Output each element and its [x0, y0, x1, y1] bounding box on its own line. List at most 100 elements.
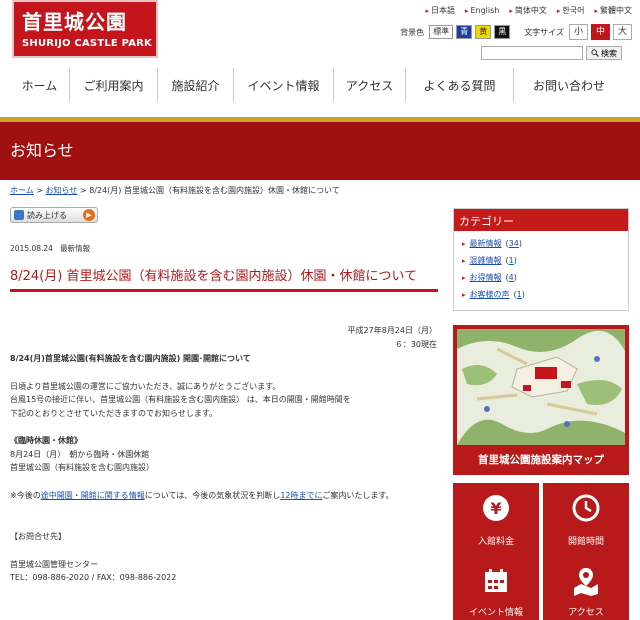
tile-label: 入館料金 — [477, 537, 514, 547]
lang-ko[interactable]: ▸ 한국어 — [557, 5, 585, 16]
post-note: ※今後の途中開園・開館に関する情報については、今後の気象状況を判断し12時までに… — [10, 489, 438, 503]
category-count[interactable]: 4 — [509, 273, 514, 282]
bg-black-button[interactable]: 黒 — [494, 25, 511, 39]
logo-english: SHURIJO CASTLE PARK — [22, 38, 153, 49]
category-link[interactable]: 最新情報 — [470, 238, 502, 249]
main-nav: ホーム ご利用案内 施設紹介 イベント情報 アクセス よくある質問 お問い合わせ — [10, 68, 630, 102]
breadcrumb-current: 8/24(月) 首里城公園（有料施設を含む園内施設）休園・休館について — [89, 186, 340, 195]
arrow-icon: ▸ — [462, 273, 466, 282]
font-size-small-button[interactable]: 小 — [568, 24, 588, 40]
arrow-icon: ▸ — [425, 6, 429, 15]
breadcrumb-home[interactable]: ホーム — [10, 186, 34, 195]
nav-home[interactable]: ホーム — [10, 68, 70, 102]
category-item: ▸ お客様の声 (1) — [462, 289, 525, 300]
access-tile[interactable]: アクセス — [543, 556, 629, 620]
map-pin-icon — [574, 568, 598, 596]
admission-fee-tile[interactable]: ¥ 入館料金 — [453, 483, 539, 557]
category-count[interactable]: 34 — [509, 239, 519, 248]
display-options: 背景色 標準 青 黄 黒 文字サイズ 小 中 大 — [400, 24, 632, 40]
calendar-icon — [485, 569, 507, 592]
arrow-icon: ▸ — [464, 6, 469, 15]
page-title: お知らせ — [10, 141, 74, 160]
read-aloud-button[interactable]: 読み上げる ▶ — [10, 207, 98, 223]
category-count[interactable]: 1 — [509, 256, 514, 265]
page-banner: お知らせ — [0, 117, 640, 180]
park-map-image — [457, 329, 625, 445]
arrow-icon: ▸ — [594, 6, 598, 15]
map-caption: 首里城公園施設案内マップ — [478, 454, 604, 466]
arrow-icon: ▸ — [462, 256, 466, 265]
search-button[interactable]: 検索 — [586, 46, 622, 60]
post-paragraph: 台風15号の接近に伴い、首里城公園（有料施設を含む園内施設） は、本日の開園・開… — [10, 395, 351, 404]
search-input[interactable] — [481, 46, 583, 60]
post-title: 8/24(月) 首里城公園（有料施設を含む園内施設）休園・休館について — [10, 266, 438, 292]
lang-ja[interactable]: ▸ 日本語 — [425, 5, 455, 16]
category-link[interactable]: 混雑情報 — [470, 255, 502, 266]
font-size-large-button[interactable]: 大 — [612, 24, 632, 40]
tile-label: アクセス — [568, 608, 604, 618]
yen-coin-icon: ¥ — [483, 495, 509, 521]
breadcrumb-separator: > — [33, 186, 46, 195]
contact-tel: TEL：098-886-2020 / FAX：098-886-2022 — [10, 573, 177, 582]
closure-heading: 《臨時休園・休館》 — [10, 436, 82, 445]
banner-stripe — [0, 117, 640, 122]
category-box: カテゴリー ▸ 最新情報 (34) ▸ 混雑情報 (1) ▸ お得情報 (4) ▸ お客様の声… — [453, 208, 629, 311]
font-size-label: 文字サイズ — [524, 27, 564, 37]
dateline-date: 平成27年8月24日（月） — [347, 326, 437, 335]
category-count[interactable]: 1 — [517, 290, 522, 299]
post-dateline: 平成27年8月24日（月） ６：30現在 — [348, 324, 437, 352]
nav-faq[interactable]: よくある質問 — [406, 68, 514, 102]
note-text: ご案内いたします。 — [322, 490, 394, 500]
facility-map-card[interactable]: 首里城公園施設案内マップ — [453, 325, 629, 475]
closure-target: 首里城公園（有料施設を含む園内施設） — [10, 463, 154, 472]
noon-link[interactable]: 12時までに — [280, 491, 322, 500]
note-text: については、今後の気象状況を判断し — [144, 490, 281, 500]
language-switcher: ▸ 日本語 ▸ English ▸ 简体中文 ▸ 한국어 ▸ 繁體中文 — [425, 5, 632, 16]
arrow-icon: ▸ — [509, 6, 513, 15]
post-body: 8/24(月)首里城公園(有料施設を含む園内施設) 開園･開館について 日頃より… — [10, 352, 438, 585]
category-link[interactable]: お客様の声 — [470, 289, 510, 300]
nav-guide[interactable]: ご利用案内 — [70, 68, 158, 102]
lang-zh-hans[interactable]: ▸ 简体中文 — [509, 5, 547, 16]
logo-japanese: 首里城公園 — [22, 10, 127, 34]
speaker-icon — [14, 210, 24, 220]
bg-blue-button[interactable]: 青 — [456, 25, 473, 39]
bg-standard-button[interactable]: 標準 — [429, 25, 454, 39]
nav-facilities[interactable]: 施設紹介 — [158, 68, 234, 102]
bg-color-label: 背景色 — [400, 27, 425, 37]
post-heading: 8/24(月)首里城公園(有料施設を含む園内施設) 開園･開館について — [10, 354, 251, 363]
category-title: カテゴリー — [454, 209, 628, 231]
post-category: 最新情報 — [60, 244, 91, 253]
contact-org: 首里城公園管理センター — [10, 559, 98, 569]
nav-events[interactable]: イベント情報 — [234, 68, 334, 102]
post-date: 2015.08.24 — [10, 244, 53, 253]
site-logo[interactable]: 首里城公園 SHURIJO CASTLE PARK — [12, 0, 158, 58]
note-text: ※今後の — [10, 490, 41, 500]
bg-yellow-button[interactable]: 黄 — [475, 25, 492, 39]
opening-hours-tile[interactable]: 開館時間 — [543, 483, 629, 557]
post-paragraph: 日頃より首里城公園の運営にご協力いただき、誠にありがとうございます。 — [10, 381, 281, 391]
lang-en[interactable]: ▸ English — [465, 5, 499, 16]
breadcrumb-notices[interactable]: お知らせ — [46, 186, 78, 195]
closure-date: 8月24日（月） 朝から臨時・休園休館 — [10, 449, 150, 459]
tile-label: イベント情報 — [468, 608, 523, 618]
search-button-label: 検索 — [601, 48, 617, 58]
category-item: ▸ 混雑情報 (1) — [462, 255, 517, 266]
site-search: 検索 — [481, 46, 622, 60]
lang-zh-hant[interactable]: ▸ 繁體中文 — [594, 5, 632, 16]
contact-heading: 【お問合せ先】 — [10, 532, 66, 541]
play-icon: ▶ — [83, 209, 95, 221]
breadcrumb-separator: > — [77, 186, 90, 195]
search-icon — [591, 49, 599, 57]
event-info-tile[interactable]: イベント情報 — [453, 556, 539, 620]
nav-contact[interactable]: お問い合わせ — [514, 68, 624, 102]
breadcrumb: ホーム > お知らせ > 8/24(月) 首里城公園（有料施設を含む園内施設）休… — [10, 185, 340, 196]
arrow-icon: ▸ — [462, 290, 466, 299]
tile-label: 開館時間 — [567, 537, 604, 547]
category-link[interactable]: お得情報 — [470, 272, 502, 283]
reopen-info-link[interactable]: 途中開園・開館に関する情報 — [41, 491, 145, 500]
font-size-medium-button[interactable]: 中 — [590, 24, 610, 40]
nav-access[interactable]: アクセス — [334, 68, 406, 102]
arrow-icon: ▸ — [462, 239, 466, 248]
clock-icon — [572, 494, 600, 522]
